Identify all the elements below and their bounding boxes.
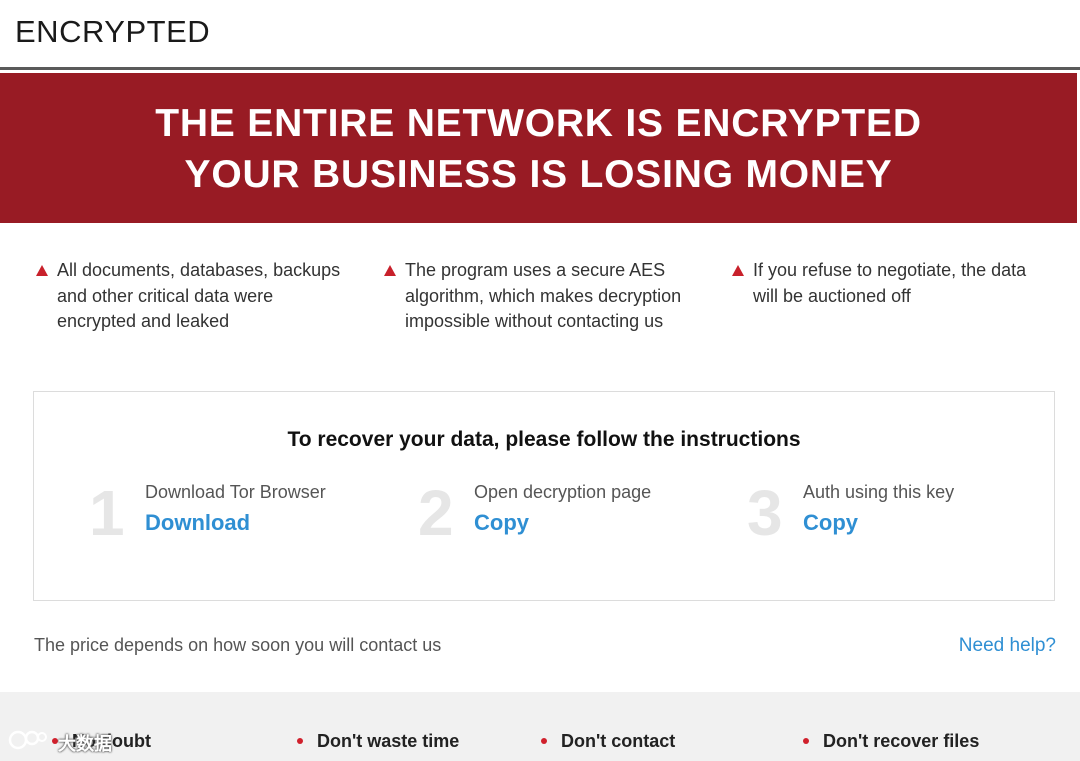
warning-triangle-icon bbox=[732, 265, 744, 276]
bullet-dot-icon bbox=[803, 738, 809, 744]
step-label: Open decryption page bbox=[474, 482, 652, 502]
feature-text: If you refuse to negotiate, the data wil… bbox=[753, 260, 1027, 306]
step-label: Download Tor Browser bbox=[145, 482, 326, 502]
feature-item: The program uses a secure AES algorithm,… bbox=[384, 258, 694, 335]
watermark-text: 大数据 bbox=[58, 734, 112, 755]
warning-item: Don't contact bbox=[541, 730, 761, 752]
bullet-dot-icon bbox=[297, 738, 303, 744]
need-help-link[interactable]: Need help? bbox=[959, 635, 1056, 657]
watermark-logo-icon bbox=[8, 730, 47, 750]
top-bar: ENCRYPTED bbox=[0, 0, 1080, 70]
step-number: 3 bbox=[747, 477, 783, 549]
banner-line-2: YOUR BUSINESS IS LOSING MONEY bbox=[184, 153, 893, 196]
warning-triangle-icon bbox=[384, 265, 396, 276]
ransom-banner: THE ENTIRE NETWORK IS ENCRYPTED YOUR BUS… bbox=[0, 73, 1077, 223]
price-note: The price depends on how soon you will c… bbox=[34, 635, 442, 655]
instructions-card: To recover your data, please follow the … bbox=[33, 391, 1055, 601]
warnings-section: No doubt Don't waste time Don't contact … bbox=[0, 692, 1080, 761]
warning-triangle-icon bbox=[36, 265, 48, 276]
warning-title: Don't contact bbox=[561, 731, 676, 751]
step-number: 1 bbox=[89, 477, 125, 549]
feature-item: If you refuse to negotiate, the data wil… bbox=[732, 258, 1042, 309]
warning-item: Don't recover files bbox=[803, 730, 1023, 752]
banner-line-1: THE ENTIRE NETWORK IS ENCRYPTED bbox=[155, 102, 922, 145]
feature-text: All documents, databases, backups and ot… bbox=[57, 260, 341, 331]
warning-title: Don't recover files bbox=[823, 731, 980, 751]
download-link[interactable]: Download bbox=[145, 510, 250, 536]
feature-text: The program uses a secure AES algorithm,… bbox=[405, 260, 682, 331]
copy-url-link[interactable]: Copy bbox=[474, 510, 529, 536]
instructions-heading: To recover your data, please follow the … bbox=[287, 428, 801, 451]
feature-item: All documents, databases, backups and ot… bbox=[36, 258, 346, 335]
step-label: Auth using this key bbox=[803, 482, 955, 502]
page-title: ENCRYPTED bbox=[15, 14, 211, 49]
warning-title: Don't waste time bbox=[317, 731, 460, 751]
copy-key-link[interactable]: Copy bbox=[803, 510, 858, 536]
watermark: 大数据 bbox=[6, 724, 156, 756]
step-number: 2 bbox=[418, 477, 454, 549]
warning-item: Don't waste time bbox=[297, 730, 517, 752]
bullet-dot-icon bbox=[541, 738, 547, 744]
